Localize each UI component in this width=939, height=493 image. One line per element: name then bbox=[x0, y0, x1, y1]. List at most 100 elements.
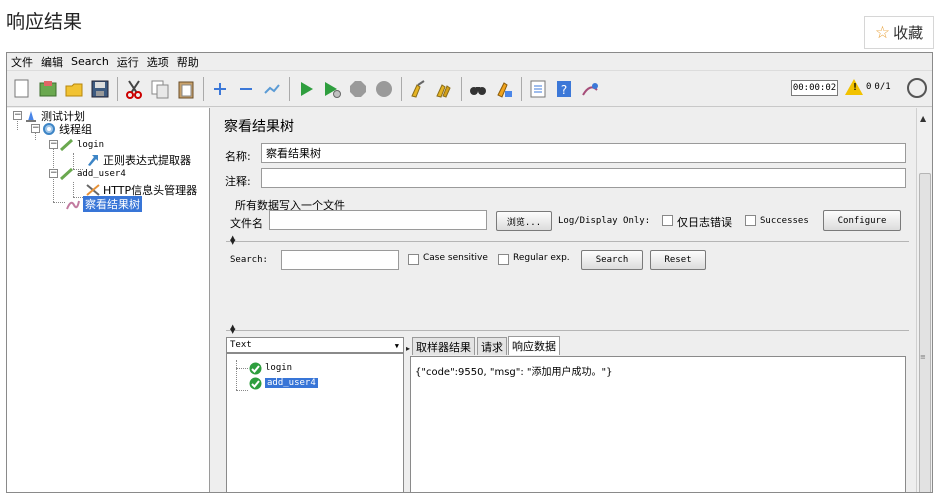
result-item[interactable]: login bbox=[247, 361, 292, 375]
regular-exp-label: Regular exp. bbox=[513, 253, 570, 263]
renderer-select[interactable]: Text ▼ bbox=[226, 337, 404, 353]
comment-label: 注释: bbox=[225, 175, 251, 188]
tree-node-regex-extractor[interactable]: 正则表达式提取器 bbox=[85, 153, 191, 167]
templates-icon[interactable] bbox=[37, 78, 59, 100]
toggle-icon[interactable] bbox=[261, 78, 283, 100]
tree-node-thread-group[interactable]: 线程组 bbox=[41, 122, 92, 136]
tree-expander-add-user[interactable]: − bbox=[49, 169, 58, 178]
regular-exp-checkbox[interactable] bbox=[498, 254, 509, 265]
function-helper-icon[interactable] bbox=[527, 78, 549, 100]
page-heading: 响应结果 bbox=[6, 11, 83, 33]
expand-icon[interactable] bbox=[209, 78, 231, 100]
tree-expander-test-plan[interactable]: − bbox=[13, 111, 22, 120]
collapse-icon[interactable] bbox=[235, 78, 257, 100]
result-tree-panel: 察看结果树 名称: 注释: 所有数据写入一个文件 文件名 浏览... Log/D… bbox=[213, 108, 914, 492]
main-vertical-scrollbar[interactable]: ▲ ≡ bbox=[916, 108, 932, 492]
jmeter-window: 文件 编辑 Search 运行 选项 帮助 ? 00:00:02 ! 0 0/1… bbox=[6, 52, 933, 493]
filename-field[interactable] bbox=[269, 210, 487, 230]
menu-options[interactable]: 选项 bbox=[147, 54, 169, 70]
name-label: 名称: bbox=[225, 150, 251, 163]
reset-button[interactable]: Reset bbox=[650, 250, 706, 270]
menu-file[interactable]: 文件 bbox=[11, 54, 33, 70]
toolbar: ? 00:00:02 ! 0 0/1 bbox=[7, 71, 932, 107]
sampler-pen-icon bbox=[59, 138, 75, 152]
name-field[interactable] bbox=[261, 143, 906, 163]
save-icon[interactable] bbox=[89, 78, 111, 100]
tree-label-result-tree: 察看结果树 bbox=[83, 196, 142, 212]
header-manager-tools-icon bbox=[85, 183, 101, 197]
configure-button[interactable]: Configure bbox=[823, 210, 901, 231]
cut-icon[interactable] bbox=[123, 78, 145, 100]
test-plan-icon bbox=[23, 109, 39, 123]
filename-label: 文件名 bbox=[230, 217, 263, 230]
thread-count: 0/1 bbox=[874, 82, 891, 92]
tree-label-add-user4: add_user4 bbox=[77, 169, 126, 179]
remote-status-icon[interactable] bbox=[907, 78, 927, 98]
shutdown-icon[interactable] bbox=[373, 78, 395, 100]
favorite-label: 收藏 bbox=[893, 24, 924, 42]
warning-icon: ! bbox=[845, 79, 863, 95]
menu-run[interactable]: 运行 bbox=[117, 54, 139, 70]
split-handle-icon[interactable]: ▲ ▼ bbox=[230, 324, 235, 335]
test-plan-tree: − 测试计划 − 线程组 − login 正则表达式提取器 − add_user… bbox=[7, 108, 210, 492]
warning-count: 0 bbox=[866, 82, 872, 92]
start-icon[interactable] bbox=[295, 78, 317, 100]
stop-icon[interactable] bbox=[347, 78, 369, 100]
clear-icon[interactable] bbox=[407, 78, 429, 100]
clear-all-icon[interactable] bbox=[433, 78, 455, 100]
help-icon[interactable]: ? bbox=[553, 78, 575, 100]
search-input[interactable] bbox=[281, 250, 399, 270]
tree-node-login[interactable]: login bbox=[59, 138, 104, 152]
comment-field[interactable] bbox=[261, 168, 906, 188]
tree-node-add-user4[interactable]: add_user4 bbox=[59, 167, 126, 181]
elapsed-timer: 00:00:02 bbox=[791, 80, 838, 96]
errors-only-label: 仅日志错误 bbox=[677, 216, 732, 229]
tab-response-data[interactable]: 响应数据 bbox=[508, 336, 560, 355]
response-data-text[interactable]: {"code":9550, "msg": "添加用户成功。"} bbox=[410, 356, 906, 492]
search-binoculars-icon[interactable] bbox=[467, 78, 489, 100]
case-sensitive-checkbox[interactable] bbox=[408, 254, 419, 265]
star-outline-icon: ☆ bbox=[874, 22, 891, 43]
favorite-button[interactable]: ☆ 收藏 bbox=[864, 16, 934, 49]
menu-edit[interactable]: 编辑 bbox=[41, 54, 63, 70]
tree-node-header-manager[interactable]: HTTP信息头管理器 bbox=[85, 183, 197, 197]
success-check-icon bbox=[247, 376, 263, 390]
search-button[interactable]: Search bbox=[581, 250, 643, 270]
menu-search[interactable]: Search bbox=[71, 55, 109, 68]
tree-node-result-tree[interactable]: 察看结果树 bbox=[65, 196, 142, 212]
warning-indicator[interactable]: ! 0 0/1 bbox=[845, 79, 891, 95]
panel-title: 察看结果树 bbox=[224, 119, 294, 135]
split-handle-icon[interactable]: ▲ ▼ bbox=[230, 235, 235, 246]
scroll-thumb[interactable] bbox=[919, 173, 931, 492]
reset-search-icon[interactable] bbox=[493, 78, 515, 100]
tree-expander-thread-group[interactable]: − bbox=[31, 124, 40, 133]
start-no-pause-icon[interactable] bbox=[321, 78, 343, 100]
tree-expander-login[interactable]: − bbox=[49, 140, 58, 149]
tree-label-regex-extractor: 正则表达式提取器 bbox=[103, 154, 191, 167]
scroll-up-icon[interactable]: ▲ bbox=[920, 114, 926, 123]
open-icon[interactable] bbox=[63, 78, 85, 100]
errors-only-checkbox[interactable] bbox=[662, 215, 673, 226]
case-sensitive-label: Case sensitive bbox=[423, 253, 488, 263]
remote-start-icon[interactable] bbox=[579, 78, 601, 100]
tree-label-thread-group: 线程组 bbox=[59, 123, 92, 136]
svg-text:?: ? bbox=[561, 83, 567, 97]
menu-bar: 文件 编辑 Search 运行 选项 帮助 bbox=[7, 53, 932, 71]
copy-icon[interactable] bbox=[149, 78, 171, 100]
sample-result-list: login add_user4 bbox=[226, 353, 404, 492]
listener-chart-icon bbox=[65, 197, 81, 211]
tab-request[interactable]: 请求 bbox=[477, 337, 507, 355]
chevron-down-icon: ▼ bbox=[394, 342, 399, 350]
tab-sampler-result[interactable]: 取样器结果 bbox=[412, 337, 475, 355]
result-item-selected[interactable]: add_user4 bbox=[247, 376, 318, 390]
search-label: Search: bbox=[230, 255, 268, 265]
success-check-icon bbox=[247, 361, 263, 375]
successes-checkbox[interactable] bbox=[745, 215, 756, 226]
grip-icon: ≡ bbox=[920, 353, 926, 361]
menu-help[interactable]: 帮助 bbox=[177, 54, 199, 70]
renderer-value: Text bbox=[230, 340, 252, 350]
split-handle-icon[interactable]: ▸ bbox=[406, 344, 410, 353]
browse-button[interactable]: 浏览... bbox=[496, 211, 552, 231]
paste-icon[interactable] bbox=[175, 78, 197, 100]
new-icon[interactable] bbox=[11, 78, 33, 100]
